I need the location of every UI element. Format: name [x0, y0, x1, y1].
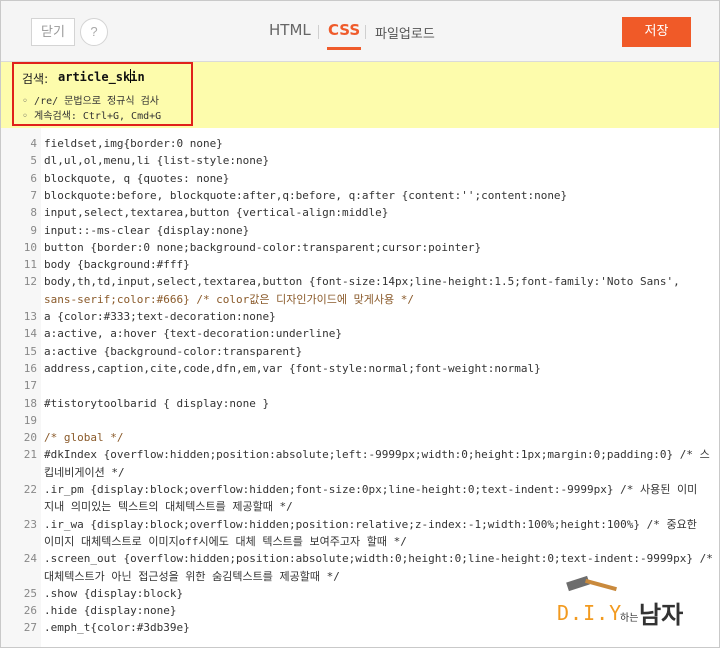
code-text: a:active, a:hover {text-decoration:under… — [44, 327, 343, 341]
line-number: 14 — [23, 327, 37, 341]
watermark-diy: D.I.Y — [557, 601, 623, 625]
code-text: dl,ul,ol,menu,li {list-style:none} — [44, 154, 270, 168]
code-line: 20 /* global */ — [1, 429, 719, 446]
code-text: /* global */ — [44, 431, 124, 445]
search-hint-shortcut: 계속검색: Ctrl+G, Cmd+G — [22, 109, 161, 124]
code-text: a {color:#333;text-decoration:none} — [44, 310, 276, 323]
line-number: 22 — [23, 483, 37, 496]
line-number: 23 — [23, 517, 37, 531]
line-number: 12 — [23, 275, 37, 289]
help-button[interactable]: ? — [80, 18, 108, 46]
code-line: 이미지 대체텍스트로 이미지off시에도 대체 텍스트를 보여주고자 할때 */ — [1, 533, 719, 550]
line-number: 20 — [23, 431, 37, 445]
code-line: 킵네비게이션 */ — [1, 464, 719, 481]
code-line: sans-serif;color:#666} /* color값은 디자인가이드… — [1, 291, 719, 308]
line-number: 11 — [23, 258, 37, 272]
css-editor-window: 닫기 ? HTML CSS 파일업로드 저장 검색: article_skin … — [0, 0, 720, 648]
code-line: 21 #dkIndex {overflow:hidden;position:abs… — [1, 446, 719, 463]
code-line: 6 blockquote, q {quotes: none} — [1, 170, 719, 187]
code-line: 대체텍스트가 아닌 접근성을 위한 숨김텍스트를 제공할때 */ — [1, 568, 719, 585]
line-number: 25 — [23, 586, 37, 600]
line-number: 4 — [30, 137, 37, 150]
line-number: 13 — [23, 310, 37, 323]
code-line: 11 body {background:#fff} — [1, 256, 719, 273]
line-number: 21 — [23, 448, 37, 462]
code-line: 8 input,select,textarea,button {vertical-… — [1, 204, 719, 221]
code-text: body {background:#fff} — [44, 258, 190, 272]
search-panel: 검색: article_skin /re/ 문법으로 정규식 검사 계속검색: … — [1, 62, 719, 128]
code-text: 대체텍스트가 아닌 접근성을 위한 숨김텍스트를 제공할때 */ — [44, 569, 340, 583]
line-number: 10 — [23, 240, 37, 254]
editor-toolbar: 닫기 ? HTML CSS 파일업로드 저장 — [1, 1, 719, 62]
tab-html[interactable]: HTML — [269, 21, 311, 39]
search-hint-regex: /re/ 문법으로 정규식 검사 — [22, 94, 161, 109]
code-text: 지내 의미있는 텍스트의 대체텍스트를 제공할때 */ — [44, 500, 293, 514]
code-line: 13 a {color:#333;text-decoration:none} — [1, 308, 719, 325]
line-number: 26 — [23, 604, 37, 618]
tab-file-upload[interactable]: 파일업로드 — [375, 23, 435, 42]
code-line: 17 — [1, 377, 719, 394]
search-label: 검색: — [22, 72, 49, 86]
line-number: 16 — [23, 361, 37, 375]
line-number: 19 — [23, 413, 37, 427]
watermark-logo: D.I.Y 하는 남자 — [557, 575, 707, 629]
code-text: address,caption,cite,code,dfn,em,var {fo… — [44, 361, 541, 375]
search-input[interactable]: article_skin — [58, 70, 145, 84]
search-hints: /re/ 문법으로 정규식 검사 계속검색: Ctrl+G, Cmd+G — [22, 94, 161, 124]
tab-divider — [318, 25, 319, 39]
tab-divider — [365, 25, 366, 39]
code-line: 18 #tistorytoolbarid { display:none } — [1, 395, 719, 412]
line-number: 9 — [30, 223, 37, 237]
code-text: blockquote:before, blockquote:after,q:be… — [44, 188, 568, 202]
code-text: blockquote, q {quotes: none} — [44, 171, 230, 185]
code-text: .screen_out {overflow:hidden;position:ab… — [44, 552, 713, 566]
search-highlight-box: 검색: article_skin /re/ 문법으로 정규식 검사 계속검색: … — [12, 62, 193, 126]
code-line: 10 button {border:0 none;background-color… — [1, 239, 719, 256]
code-text: 킵네비게이션 */ — [44, 465, 125, 479]
watermark-small: 하는 — [620, 613, 639, 624]
code-line: 9 input::-ms-clear {display:none} — [1, 222, 719, 239]
code-line: 16 address,caption,cite,code,dfn,em,var {… — [1, 360, 719, 377]
code-text: fieldset,img{border:0 none} — [44, 137, 223, 150]
code-editor[interactable]: 4 fieldset,img{border:0 none} 5 dl,ul,ol,me… — [1, 128, 719, 647]
watermark-big: 남자 — [639, 601, 684, 629]
code-text: a:active {background-color:transparent} — [44, 344, 303, 358]
line-number: 6 — [30, 171, 37, 185]
code-line: 5 dl,ul,ol,menu,li {list-style:none} — [1, 152, 719, 169]
code-text: .ir_wa {display:block;overflow:hidden;po… — [44, 517, 697, 531]
code-line: 24 .screen_out {overflow:hidden;position:… — [1, 550, 719, 567]
code-line: 14 a:active, a:hover {text-decoration:und… — [1, 325, 719, 342]
line-number: 7 — [30, 188, 37, 202]
code-text: button {border:0 none;background-color:t… — [44, 240, 482, 254]
code-line: 22 .ir_pm {display:block;overflow:hidden;… — [1, 481, 719, 498]
code-line: 지내 의미있는 텍스트의 대체텍스트를 제공할때 */ — [1, 498, 719, 515]
code-text: sans-serif;color:#666} /* color값은 디자인가이드… — [44, 292, 414, 306]
text-caret — [130, 69, 131, 83]
line-number: 15 — [23, 344, 37, 358]
code-text: input::-ms-clear {display:none} — [44, 223, 250, 237]
line-number: 5 — [30, 154, 37, 168]
line-number: 17 — [23, 379, 37, 393]
line-number: 18 — [23, 396, 37, 410]
line-number: 8 — [30, 206, 37, 220]
code-text: 이미지 대체텍스트로 이미지off시에도 대체 텍스트를 보여주고자 할때 */ — [44, 534, 407, 548]
code-text: .ir_pm {display:block;overflow:hidden;fo… — [44, 483, 698, 496]
code-text: body,th,td,input,select,textarea,button … — [44, 275, 680, 289]
code-text: input,select,textarea,button {vertical-a… — [44, 206, 389, 220]
code-line: 12 body,th,td,input,select,textarea,butto… — [1, 273, 719, 290]
line-number: 27 — [23, 621, 37, 635]
save-button[interactable]: 저장 — [622, 17, 691, 47]
code-text: #tistorytoolbarid { display:none } — [44, 396, 270, 410]
code-text: #dkIndex {overflow:hidden;position:absol… — [44, 448, 710, 462]
close-button[interactable]: 닫기 — [31, 18, 75, 46]
code-line: 19 — [1, 412, 719, 429]
code-line: 4 fieldset,img{border:0 none} — [1, 135, 719, 152]
line-number: 24 — [23, 552, 37, 566]
code-line: 15 a:active {background-color:transparent… — [1, 343, 719, 360]
tab-css[interactable]: CSS — [326, 21, 362, 50]
code-line: 23 .ir_wa {display:block;overflow:hidden;… — [1, 516, 719, 533]
code-line: 7 blockquote:before, blockquote:after,q:b… — [1, 187, 719, 204]
